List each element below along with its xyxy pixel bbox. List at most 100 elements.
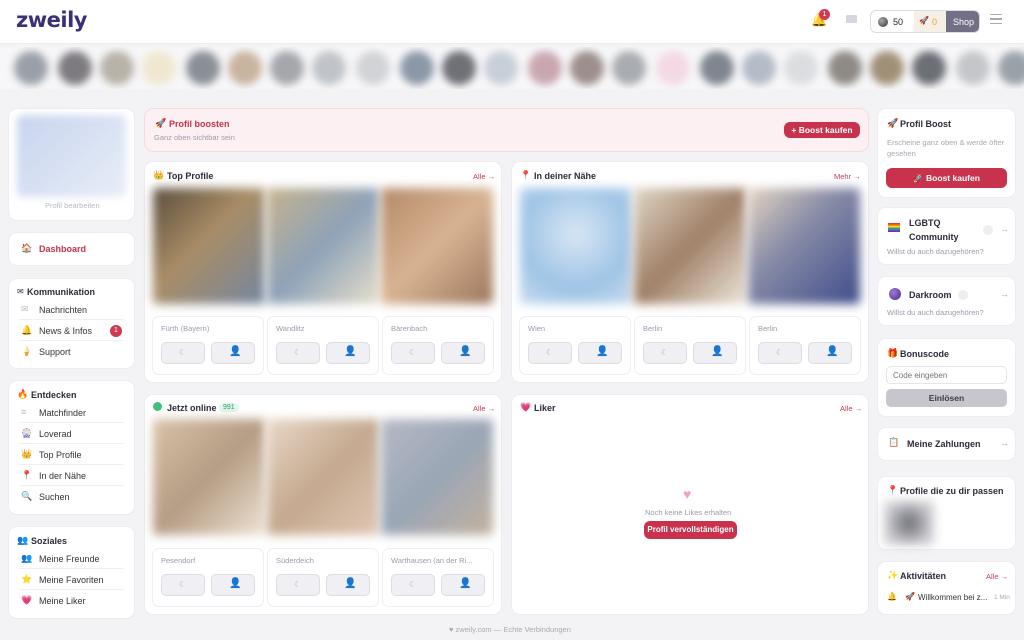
nav-loverad[interactable]: 🎡 Loverad <box>19 424 124 444</box>
profile-photo[interactable] <box>748 188 860 304</box>
logo[interactable]: zweily <box>16 8 87 32</box>
profile-tile[interactable]: Bärenbach 👤 <box>383 317 493 374</box>
profile-tile[interactable]: Wien 👤 <box>520 317 630 374</box>
communication-card: ✉ Kommunikation ✉ Nachrichten 🔔 News & I… <box>9 279 134 368</box>
boost-kaufen-button[interactable]: + Boost kaufen <box>784 122 860 138</box>
profile-boost-card: 🚀 Profil Boost Erscheine ganz oben & wer… <box>878 109 1015 197</box>
wink-button[interactable] <box>161 574 205 596</box>
shop-button[interactable]: Shop <box>946 11 979 32</box>
nav-label: Suchen <box>39 492 70 502</box>
bonuscode-title: Bonuscode <box>900 349 950 359</box>
profile-photo[interactable] <box>520 188 632 304</box>
wink-button[interactable] <box>276 342 320 364</box>
nav-nachrichten[interactable]: ✉ Nachrichten <box>19 300 124 320</box>
nav-suchen[interactable]: 🔍 Suchen <box>19 487 124 507</box>
sparkle-icon: ✨ <box>887 570 899 580</box>
activities-card: ✨ Aktivitäten Alle → 🔔 🚀 Willkommen bei … <box>878 562 1015 614</box>
view-profile-button[interactable]: 👤 <box>211 574 255 596</box>
arrow-right-icon: → <box>1000 289 1009 299</box>
nearby-more-link[interactable]: Mehr → <box>834 172 861 181</box>
envelope-icon[interactable] <box>846 15 857 23</box>
nav-matchfinder[interactable]: ≡ Matchfinder <box>19 403 124 423</box>
profile-tile[interactable]: Pesendorf 👤 <box>153 549 263 606</box>
wink-button[interactable] <box>391 574 435 596</box>
profile-photo[interactable] <box>17 115 126 197</box>
payments-card[interactable]: 📋 Meine Zahlungen → <box>878 428 1015 460</box>
person-icon: 👤 <box>344 578 357 589</box>
wink-button[interactable] <box>276 574 320 596</box>
view-profile-button[interactable]: 👤 <box>326 342 370 364</box>
bonuscode-card: 🎁 Bonuscode Einlösen <box>878 339 1015 416</box>
view-profile-button[interactable]: 👤 <box>693 342 737 364</box>
profile-tile[interactable]: Süderdeich 👤 <box>268 549 378 606</box>
online-dot-icon <box>153 402 162 411</box>
heart-icon: 💗 <box>520 402 532 412</box>
profile-location: Warthausen (an der Ri... <box>391 556 473 565</box>
wink-button[interactable] <box>161 342 205 364</box>
wink-button[interactable] <box>758 342 802 364</box>
edit-profile-link[interactable]: Profil bearbeiten <box>45 201 100 210</box>
profile-photo[interactable] <box>267 188 379 304</box>
nav-label: Support <box>39 347 71 357</box>
nav-meine-freunde[interactable]: 👥 Meine Freunde <box>19 549 124 569</box>
bonuscode-input[interactable] <box>886 366 1007 384</box>
profile-photo[interactable] <box>153 188 265 304</box>
wink-button[interactable] <box>643 342 687 364</box>
profile-tile[interactable]: Wandlitz 👤 <box>268 317 378 374</box>
activities-all-link[interactable]: Alle → <box>986 572 1008 581</box>
profile-location: Bärenbach <box>391 324 428 333</box>
profile-photo[interactable] <box>153 419 265 535</box>
nav-in-der-naehe[interactable]: 📍 In der Nähe <box>19 466 124 486</box>
profile-tile[interactable]: Fürth (Bayern) 👤 <box>153 317 263 374</box>
boost-buy-button[interactable]: 🚀 Boost kaufen <box>886 168 1007 188</box>
profile-tile[interactable]: Berlin 👤 <box>750 317 860 374</box>
activity-text[interactable]: Willkommen bei z... <box>918 593 987 602</box>
discover-card: 🔥 Entdecken ≡ Matchfinder 🎡 Loverad 👑 To… <box>9 381 134 514</box>
profile-photo[interactable] <box>634 188 746 304</box>
top-profiles-all-link[interactable]: Alle → <box>473 172 495 181</box>
darkroom-card[interactable]: Darkroom → Willst du auch dazugehören? <box>878 277 1015 325</box>
online-count-badge: 991 <box>219 403 239 412</box>
online-title: Jetzt online <box>167 403 217 413</box>
profile-card: Profil bearbeiten <box>9 109 134 220</box>
profile-photo[interactable] <box>381 188 493 304</box>
view-profile-button[interactable]: 👤 <box>441 342 485 364</box>
online-all-link[interactable]: Alle → <box>473 404 495 413</box>
profile-tile[interactable]: Berlin 👤 <box>635 317 745 374</box>
envelope-icon: ✉ <box>21 304 29 314</box>
lgbtq-card[interactable]: LGBTQ Community → Willst du auch dazugeh… <box>878 208 1015 264</box>
nav-support[interactable]: 🍦 Support <box>19 342 124 362</box>
profile-location: Berlin <box>643 324 663 333</box>
view-profile-button[interactable]: 👤 <box>578 342 622 364</box>
dashboard-card: 🏠 Dashboard <box>9 233 134 265</box>
view-profile-button[interactable]: 👤 <box>441 574 485 596</box>
darkroom-subtitle: Willst du auch dazugehören? <box>887 308 984 317</box>
profile-photo[interactable] <box>381 419 493 535</box>
nav-meine-liker[interactable]: 💗 Meine Liker <box>19 591 124 611</box>
profile-photo[interactable] <box>267 419 379 535</box>
profile-photo[interactable] <box>884 501 934 545</box>
view-profile-button[interactable]: 👤 <box>211 342 255 364</box>
view-profile-button[interactable]: 👤 <box>326 574 370 596</box>
top-bar: zweily 🔔 1 50 🚀 0 Shop <box>0 0 1024 44</box>
person-icon: 👤 <box>344 346 357 357</box>
menu-icon[interactable] <box>990 14 1002 24</box>
nav-meine-favoriten[interactable]: ⭐ Meine Favoriten <box>19 570 124 590</box>
notifications-button[interactable]: 🔔 1 <box>811 9 831 32</box>
nav-label: In der Nähe <box>39 471 87 481</box>
bell-icon: 🔔 <box>887 592 897 601</box>
activities-title: Aktivitäten <box>900 571 947 581</box>
online-users-strip[interactable] <box>0 47 1024 89</box>
wink-button[interactable] <box>391 342 435 364</box>
profile-tile[interactable]: Warthausen (an der Ri... 👤 <box>383 549 493 606</box>
nav-top-profile[interactable]: 👑 Top Profile <box>19 445 124 465</box>
wink-button[interactable] <box>528 342 572 364</box>
redeem-button[interactable]: Einlösen <box>886 389 1007 407</box>
complete-profile-button[interactable]: Profil vervollständigen <box>644 521 737 539</box>
nav-dashboard[interactable]: Dashboard <box>39 244 86 254</box>
liker-all-link[interactable]: Alle → <box>840 404 862 413</box>
view-profile-button[interactable]: 👤 <box>808 342 852 364</box>
star-icon: ⭐ <box>21 574 33 584</box>
nav-news[interactable]: 🔔 News & Infos 1 <box>19 321 124 341</box>
nearby-card: 📍 In deiner Nähe Mehr → Wien 👤 Berlin 👤 … <box>512 162 868 382</box>
